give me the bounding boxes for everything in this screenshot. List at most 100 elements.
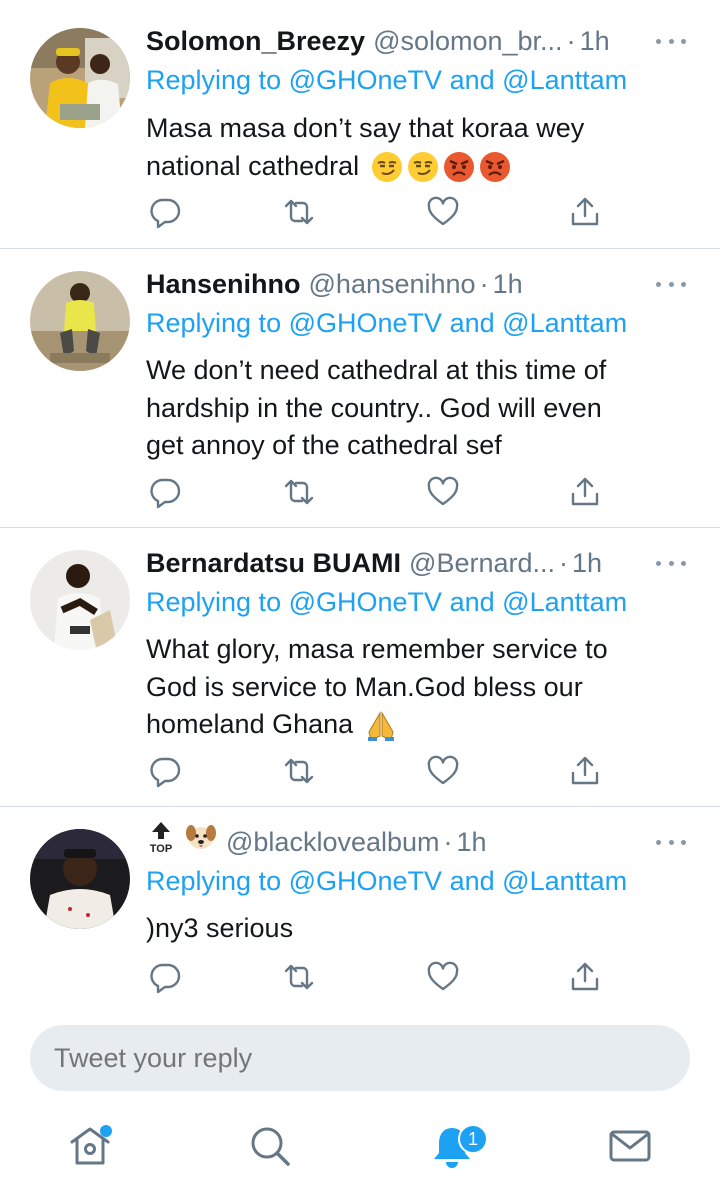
more-options-icon[interactable] bbox=[656, 543, 686, 583]
avatar[interactable] bbox=[30, 271, 130, 371]
mention-link[interactable]: @GHOneTV bbox=[289, 587, 442, 617]
more-options-icon[interactable] bbox=[656, 822, 686, 862]
mention-link[interactable]: @Lanttam bbox=[502, 65, 627, 95]
display-name[interactable]: Solomon_Breezy bbox=[146, 21, 365, 61]
replying-to: Replying to @GHOneTV and @Lanttam bbox=[146, 861, 627, 901]
notifications-badge: 1 bbox=[458, 1124, 488, 1154]
mention-link[interactable]: @Lanttam bbox=[502, 866, 627, 896]
tweet-actions bbox=[146, 960, 606, 996]
tweet-text: Masa masa don’t say that koraa wey natio… bbox=[146, 110, 686, 185]
display-name[interactable]: TOP bbox=[146, 820, 218, 865]
tweet-header: Bernardatsu BUAMI @Bernard... · 1h bbox=[146, 543, 700, 583]
dog-face-emoji bbox=[184, 820, 218, 865]
share-icon[interactable] bbox=[568, 754, 602, 788]
mention-link[interactable]: @GHOneTV bbox=[289, 866, 442, 896]
timestamp[interactable]: 1h bbox=[572, 543, 602, 583]
replying-to-and: and bbox=[449, 308, 495, 338]
separator-dot: · bbox=[559, 548, 569, 578]
tweet-text: We don’t need cathedral at this time of … bbox=[146, 352, 686, 465]
tweet-text-line: What glory, masa remember service to bbox=[146, 634, 608, 664]
tweet-header: Solomon_Breezy @solomon_br... · 1h bbox=[146, 21, 700, 61]
tweet[interactable]: TOP @blackl‍ovealbum · 1h Replying to @G… bbox=[0, 807, 720, 1011]
tweet[interactable]: Hansenihno @hansenihno · 1h Replying to … bbox=[0, 249, 720, 528]
more-options-icon[interactable] bbox=[656, 21, 686, 61]
replying-to-and: and bbox=[449, 866, 495, 896]
bottom-tab-bar bbox=[0, 1108, 720, 1200]
avatar[interactable] bbox=[30, 550, 130, 650]
tweet-text-line: God is service to Man.God bless our bbox=[146, 671, 583, 702]
tweet-text-line: We don’t need cathedral at this time of bbox=[146, 355, 607, 385]
top-arrow-emoji: TOP bbox=[146, 820, 176, 865]
replies-feed: Solomon_Breezy @solomon_br... · 1h Reply… bbox=[0, 0, 720, 1011]
mention-link[interactable]: @GHOneTV bbox=[289, 308, 442, 338]
timestamp[interactable]: 1h bbox=[457, 822, 487, 862]
reply-icon[interactable] bbox=[148, 754, 182, 788]
tweet-actions bbox=[146, 754, 606, 790]
folded-hands-emoji bbox=[365, 710, 397, 742]
mention-link[interactable]: @GHOneTV bbox=[289, 65, 442, 95]
like-icon[interactable] bbox=[426, 475, 460, 509]
share-icon[interactable] bbox=[568, 960, 602, 994]
angry-emoji bbox=[443, 151, 475, 183]
reply-icon[interactable] bbox=[148, 960, 182, 994]
tweet-text-line: hardship in the country.. God will even bbox=[146, 392, 602, 423]
replying-to: Replying to @GHOneTV and @Lanttam bbox=[146, 60, 627, 100]
tweet-header: TOP @blackl‍ovealbum · 1h bbox=[146, 820, 700, 865]
timestamp[interactable]: 1h bbox=[493, 264, 523, 304]
tweet-text: )ny3 serious bbox=[146, 910, 686, 948]
new-content-dot bbox=[100, 1125, 112, 1137]
username[interactable]: @blackl‍ovealbum bbox=[226, 822, 440, 862]
replying-to-label: Replying to bbox=[146, 308, 282, 338]
reply-composer[interactable] bbox=[30, 1025, 690, 1091]
reply-icon[interactable] bbox=[148, 475, 182, 509]
avatar[interactable] bbox=[30, 28, 130, 128]
retweet-icon[interactable] bbox=[282, 475, 316, 509]
replying-to-and: and bbox=[449, 587, 495, 617]
reply-input[interactable] bbox=[54, 1025, 654, 1091]
top-label: TOP bbox=[150, 843, 172, 854]
reply-icon[interactable] bbox=[148, 195, 182, 229]
replying-to: Replying to @GHOneTV and @Lanttam bbox=[146, 582, 627, 622]
replying-to-label: Replying to bbox=[146, 866, 282, 896]
retweet-icon[interactable] bbox=[282, 195, 316, 229]
share-icon[interactable] bbox=[568, 475, 602, 509]
search-icon[interactable] bbox=[246, 1122, 294, 1170]
separator-dot: · bbox=[443, 827, 453, 857]
separator-dot: · bbox=[479, 269, 489, 299]
smirk-emoji bbox=[371, 151, 403, 183]
tweet-text: What glory, masa remember service to God… bbox=[146, 631, 686, 744]
tweet-actions bbox=[146, 195, 606, 231]
tweet-header: Hansenihno @hansenihno · 1h bbox=[146, 264, 700, 304]
username[interactable]: @Bernard... bbox=[409, 543, 555, 583]
tweet[interactable]: Solomon_Breezy @solomon_br... · 1h Reply… bbox=[0, 0, 720, 249]
tweet-text-line: national cathedral bbox=[146, 150, 360, 181]
messages-icon[interactable] bbox=[606, 1122, 654, 1170]
username[interactable]: @solomon_br... bbox=[373, 21, 563, 61]
share-icon[interactable] bbox=[568, 195, 602, 229]
mention-link[interactable]: @Lanttam bbox=[502, 308, 627, 338]
replying-to-and: and bbox=[449, 65, 495, 95]
timestamp[interactable]: 1h bbox=[580, 21, 610, 61]
angry-emoji bbox=[479, 151, 511, 183]
smirk-emoji bbox=[407, 151, 439, 183]
more-options-icon[interactable] bbox=[656, 264, 686, 304]
tweet-text-line: Masa masa don’t say that koraa wey bbox=[146, 113, 585, 143]
like-icon[interactable] bbox=[426, 754, 460, 788]
replying-to-label: Replying to bbox=[146, 65, 282, 95]
mention-link[interactable]: @Lanttam bbox=[502, 587, 627, 617]
tweet-text-line: )ny3 serious bbox=[146, 913, 294, 943]
tweet-actions bbox=[146, 475, 606, 511]
retweet-icon[interactable] bbox=[282, 960, 316, 994]
retweet-icon[interactable] bbox=[282, 754, 316, 788]
avatar[interactable] bbox=[30, 829, 130, 929]
replying-to: Replying to @GHOneTV and @Lanttam bbox=[146, 303, 627, 343]
like-icon[interactable] bbox=[426, 195, 460, 229]
like-icon[interactable] bbox=[426, 960, 460, 994]
tweet[interactable]: Bernardatsu BUAMI @Bernard... · 1h Reply… bbox=[0, 528, 720, 807]
tweet-text-line: homeland Ghana bbox=[146, 709, 354, 739]
replying-to-label: Replying to bbox=[146, 587, 282, 617]
separator-dot: · bbox=[566, 26, 576, 56]
display-name[interactable]: Bernardatsu BUAMI bbox=[146, 543, 401, 583]
display-name[interactable]: Hansenihno bbox=[146, 264, 301, 304]
username[interactable]: @hansenihno bbox=[309, 264, 476, 304]
